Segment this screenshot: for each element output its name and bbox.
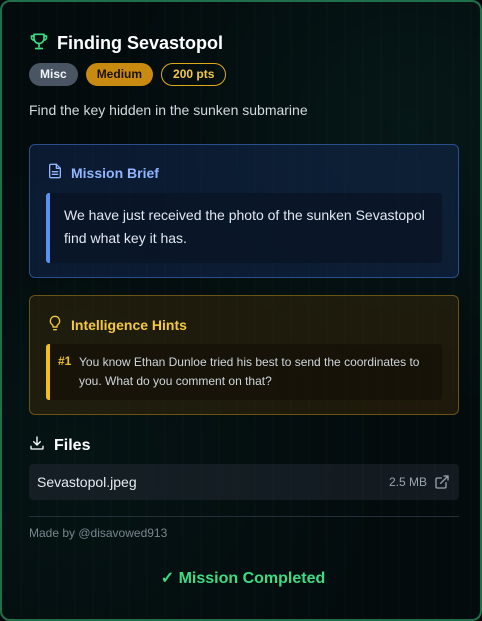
divider [29, 516, 459, 517]
mission-brief-text: We have just received the photo of the s… [64, 207, 425, 246]
intelligence-hints-panel: Intelligence Hints #1 You know Ethan Dun… [29, 295, 459, 415]
hint-item: #1 You know Ethan Dunloe tried his best … [46, 344, 442, 400]
file-name-link[interactable]: Sevastopol.jpeg [37, 474, 137, 490]
mission-brief-title: Mission Brief [71, 164, 159, 181]
document-icon [47, 163, 63, 182]
trophy-icon [29, 31, 49, 56]
author-credit: Made by @disavowed913 [29, 526, 168, 540]
hints-header: Intelligence Hints [47, 315, 187, 334]
files-title: Files [54, 436, 91, 454]
points-badge: 200 pts [161, 63, 227, 86]
hint-number: #1 [58, 354, 72, 368]
challenge-card: Finding Sevastopol Misc Medium 200 pts F… [0, 0, 482, 621]
mission-brief-header: Mission Brief [47, 163, 159, 182]
external-link-icon[interactable] [434, 474, 450, 490]
mission-status: ✓ Mission Completed [160, 570, 326, 587]
lightbulb-icon [47, 315, 63, 334]
category-badge: Misc [29, 63, 78, 86]
file-size: 2.5 MB [388, 475, 427, 489]
challenge-header: Finding Sevastopol [29, 31, 223, 56]
files-header: Files [29, 435, 90, 456]
mission-brief-body: We have just received the photo of the s… [46, 193, 442, 263]
hint-text: You know Ethan Dunloe tried his best to … [79, 355, 420, 388]
difficulty-badge: Medium [85, 63, 154, 86]
badge-row: Misc Medium 200 pts [29, 63, 227, 86]
challenge-title: Finding Sevastopol [57, 33, 224, 53]
mission-brief-panel: Mission Brief We have just received the … [29, 144, 459, 278]
challenge-description: Find the key hidden in the sunken submar… [29, 102, 308, 118]
hints-title: Intelligence Hints [71, 316, 187, 333]
download-icon [29, 435, 45, 456]
file-item[interactable]: Sevastopol.jpeg 2.5 MB [29, 464, 459, 500]
